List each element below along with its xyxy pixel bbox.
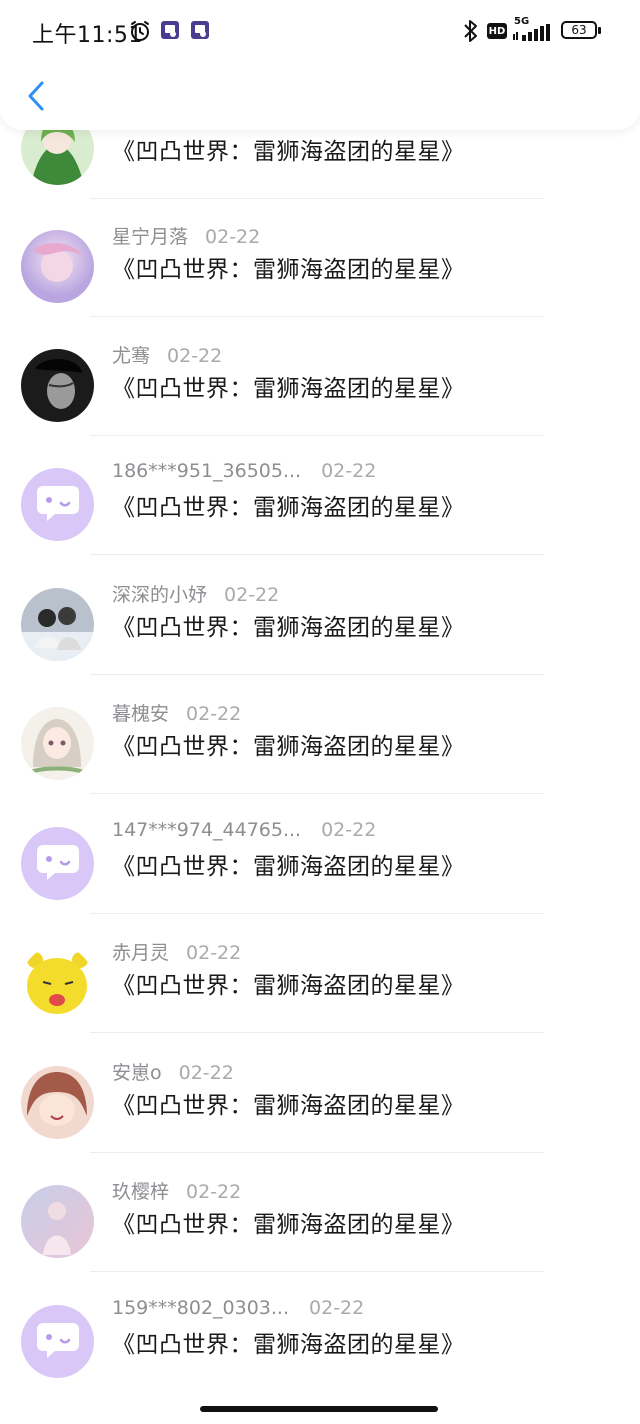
comment-text: 《凹凸世界：雷狮海盗团的星星》 <box>112 734 465 760</box>
battery-level: 63 <box>571 23 587 37</box>
comment-meta: 安崽o 02-22 <box>112 1058 234 1085</box>
comment-meta: 159***802_0303... 02-22 <box>112 1297 364 1319</box>
comment-meta: 暮槐安 02-22 <box>112 699 241 726</box>
username[interactable]: 深深的小妤 <box>112 584 207 606</box>
comment-text: 《凹凸世界：雷狮海盗团的星星》 <box>112 973 465 999</box>
username[interactable]: 玖樱梓 <box>112 1181 169 1203</box>
comment-meta: 186***951_36505... 02-22 <box>112 460 376 482</box>
home-indicator[interactable] <box>200 1406 438 1412</box>
battery-icon: 63 <box>561 21 597 39</box>
comment-date: 02-22 <box>186 942 242 964</box>
row-divider <box>90 793 544 794</box>
row-divider <box>90 1032 544 1033</box>
comment-meta: 深深的小妤 02-22 <box>112 580 279 607</box>
default-chat-avatar[interactable] <box>21 1305 94 1378</box>
hd-badge: HD <box>487 23 507 39</box>
comment-meta: 赤月灵 02-22 <box>112 938 241 965</box>
comment-meta: 星宁月落 02-22 <box>112 222 260 249</box>
comment-row[interactable]: 暮槐安 02-22 《凹凸世界：雷狮海盗团的星星》 <box>0 703 640 826</box>
top-bar: 上午11:51 HD 5G 63 <box>0 0 640 130</box>
comment-text: 《凹凸世界：雷狮海盗团的星星》 <box>112 139 465 165</box>
comment-date: 02-22 <box>321 819 377 841</box>
comment-row[interactable]: 尤骞 02-22 《凹凸世界：雷狮海盗团的星星》 <box>0 345 640 468</box>
chevron-left-icon <box>28 81 44 111</box>
monochrome-portrait-avatar[interactable] <box>21 349 94 422</box>
row-divider <box>90 674 544 675</box>
comment-row[interactable]: 186***951_36505... 02-22 《凹凸世界：雷狮海盗团的星星》 <box>0 460 640 587</box>
pastel-photo-avatar[interactable] <box>21 1185 94 1258</box>
username[interactable]: 星宁月落 <box>112 226 188 248</box>
row-divider <box>90 198 544 199</box>
status-bar: 上午11:51 HD 5G 63 <box>0 14 640 48</box>
bluetooth-icon <box>464 20 477 42</box>
username[interactable]: 尤骞 <box>112 345 150 367</box>
comment-text: 《凹凸世界：雷狮海盗团的星星》 <box>112 1332 465 1358</box>
comment-row[interactable]: 安崽o 02-22 《凹凸世界：雷狮海盗团的星星》 <box>0 1062 640 1185</box>
row-divider <box>90 913 544 914</box>
anime-girl-avatar[interactable] <box>21 707 94 780</box>
comment-meta: 玖樱梓 02-22 <box>112 1177 241 1204</box>
comment-date: 02-22 <box>224 584 280 606</box>
photo-avatar[interactable] <box>21 588 94 661</box>
row-divider <box>90 1152 544 1153</box>
pink-anime-avatar[interactable] <box>21 230 94 303</box>
row-divider <box>90 435 544 436</box>
signal-icon <box>513 24 550 41</box>
alarm-icon <box>131 21 149 41</box>
comment-meta: 147***974_44765... 02-22 <box>112 819 376 841</box>
comment-text: 《凹凸世界：雷狮海盗团的星星》 <box>112 1093 465 1119</box>
comment-text: 《凹凸世界：雷狮海盗团的星星》 <box>112 257 465 283</box>
status-time: 上午11:51 <box>32 23 143 48</box>
comment-meta: 尤骞 02-22 <box>112 341 222 368</box>
row-divider <box>90 1271 544 1272</box>
comment-text: 《凹凸世界：雷狮海盗团的星星》 <box>112 376 465 402</box>
comment-date: 02-22 <box>186 1181 242 1203</box>
row-divider <box>90 554 544 555</box>
comment-row[interactable]: 玖樱梓 02-22 《凹凸世界：雷狮海盗团的星星》 <box>0 1181 640 1304</box>
comment-date: 02-22 <box>205 226 261 248</box>
username[interactable]: 159***802_0303... <box>112 1297 289 1319</box>
app-notification-icon <box>191 21 209 39</box>
comment-text: 《凹凸世界：雷狮海盗团的星星》 <box>112 615 465 641</box>
app-notification-icon <box>161 21 179 39</box>
comment-text: 《凹凸世界：雷狮海盗团的星星》 <box>112 1212 465 1238</box>
comment-text: 《凹凸世界：雷狮海盗团的星星》 <box>112 854 465 880</box>
comment-row[interactable]: 深深的小妤 02-22 《凹凸世界：雷狮海盗团的星星》 <box>0 584 640 707</box>
comment-date: 02-22 <box>321 460 377 482</box>
username[interactable]: 赤月灵 <box>112 942 169 964</box>
default-chat-avatar[interactable] <box>21 468 94 541</box>
comment-date: 02-22 <box>309 1297 365 1319</box>
brown-hair-anime-avatar[interactable] <box>21 1066 94 1139</box>
comment-row[interactable]: 星宁月落 02-22 《凹凸世界：雷狮海盗团的星星》 <box>0 226 640 349</box>
comment-text: 《凹凸世界：雷狮海盗团的星星》 <box>112 495 465 521</box>
username[interactable]: 暮槐安 <box>112 703 169 725</box>
comment-date: 02-22 <box>186 703 242 725</box>
default-chat-avatar[interactable] <box>21 827 94 900</box>
yellow-bear-avatar[interactable] <box>21 946 94 1019</box>
row-divider <box>90 316 544 317</box>
username[interactable]: 安崽o <box>112 1062 162 1084</box>
comment-row[interactable]: 赤月灵 02-22 《凹凸世界：雷狮海盗团的星星》 <box>0 942 640 1065</box>
comment-date: 02-22 <box>167 345 223 367</box>
comment-date: 02-22 <box>178 1062 234 1084</box>
back-button[interactable] <box>18 76 54 116</box>
username[interactable]: 186***951_36505... <box>112 460 301 482</box>
comment-row[interactable]: 147***974_44765... 02-22 《凹凸世界：雷狮海盗团的星星》 <box>0 819 640 946</box>
username[interactable]: 147***974_44765... <box>112 819 301 841</box>
